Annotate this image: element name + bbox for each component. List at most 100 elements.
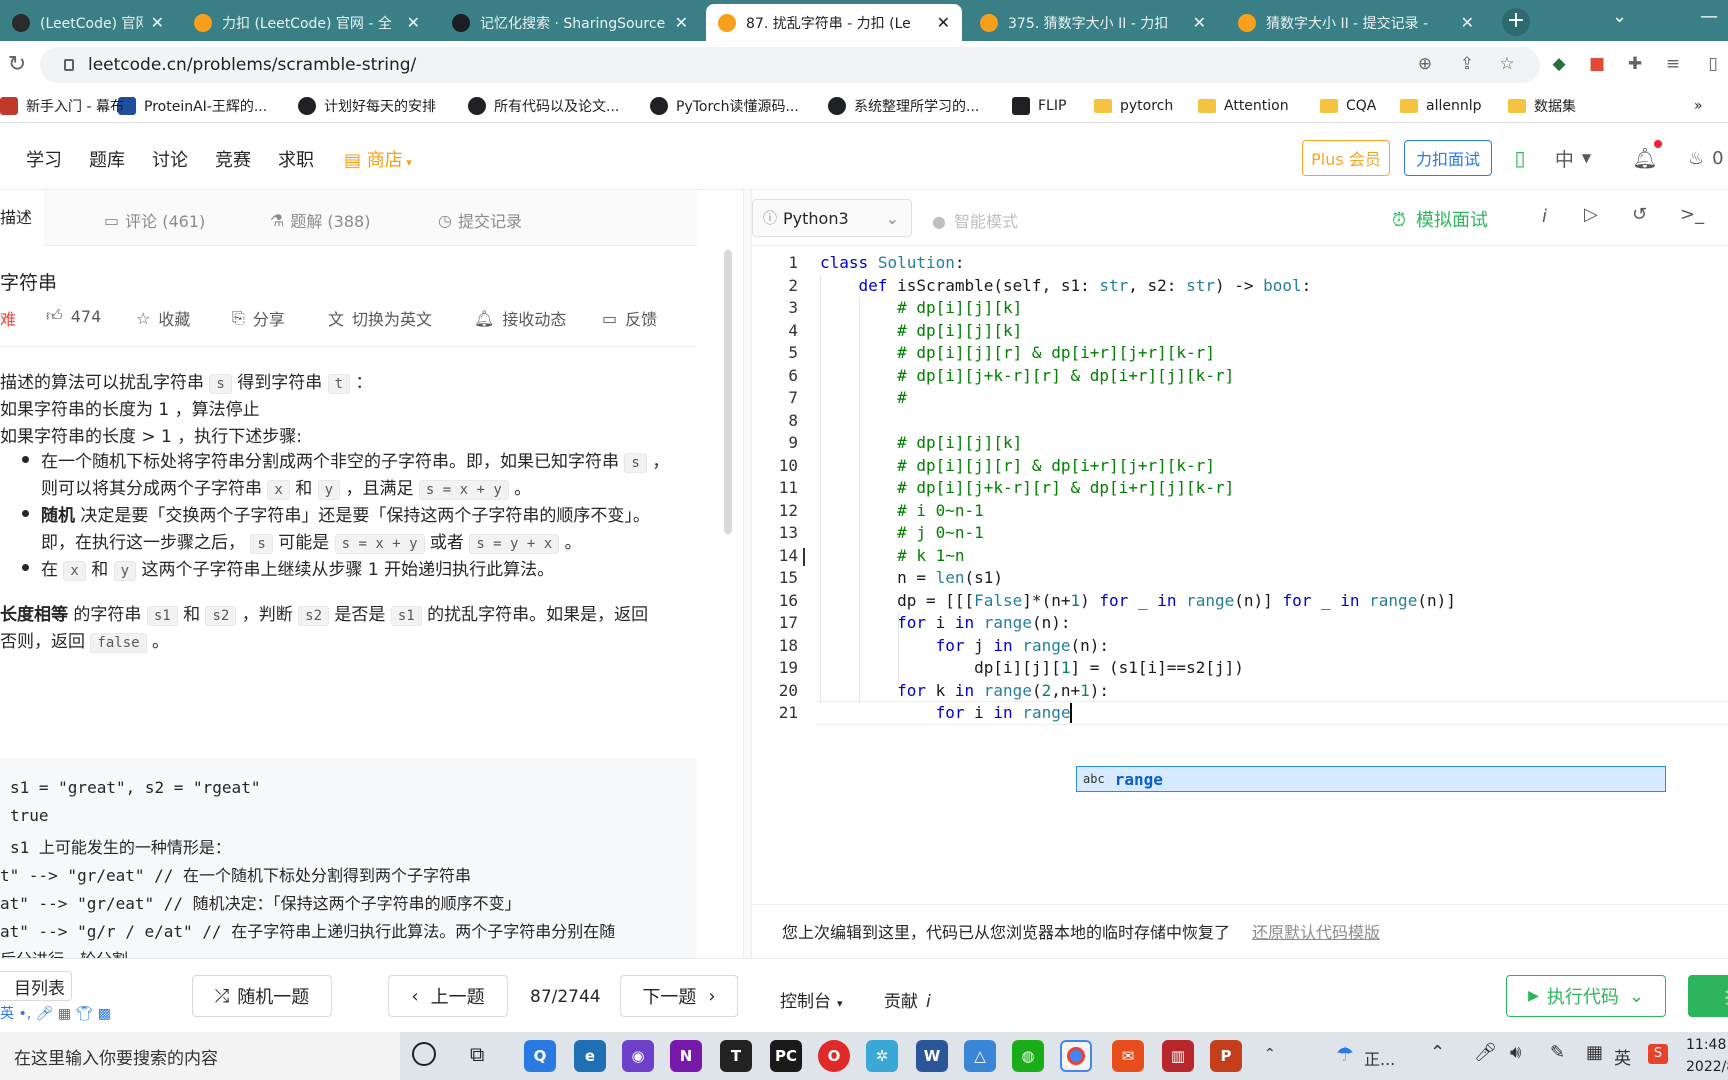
streak-counter[interactable]: ♨ 0 [1688,140,1728,176]
browser-tab[interactable]: 375. 猜数字大小 II - 力扣 ✕ [968,4,1218,41]
browser-tab[interactable]: 87. 扰乱字符串 - 力扣 (Le ✕ [706,4,962,41]
bookmark-item[interactable]: ProteinAI-王辉的... [118,95,267,117]
panel-resize-handle[interactable] [743,190,752,958]
bookmark-item[interactable]: 计划好每天的安排 [298,95,436,117]
tab-search-icon[interactable]: ⌄ [1612,6,1627,27]
nav-jobs[interactable]: 求职 [278,146,314,172]
app-opera-icon[interactable]: O [818,1040,850,1072]
play-icon[interactable]: ▷ [1584,204,1598,225]
network-icon[interactable]: ▦ [1586,1042,1603,1063]
app-settings-icon[interactable]: ✲ [866,1040,898,1072]
side-panel-icon[interactable]: ▯ [1700,51,1726,77]
random-problem-button[interactable]: ⤮ 随机一题 [192,975,332,1017]
nav-learn[interactable]: 学习 [26,146,62,172]
bookmark-item[interactable]: 所有代码以及论文... [468,95,619,117]
app-pycharm-icon[interactable]: PC [770,1040,802,1072]
app-github-icon[interactable]: ◉ [622,1040,654,1072]
autocomplete-suggestion[interactable]: abc range [1076,766,1666,792]
bookmark-item[interactable]: CQA [1320,95,1376,117]
browser-tab[interactable]: 猜数字大小 II - 提交记录 - ✕ [1226,4,1486,41]
contribute-button[interactable]: 贡献 i [884,987,931,1012]
close-tab-icon[interactable]: ✕ [1193,13,1206,32]
phone-icon[interactable]: ▯ [1508,140,1532,176]
feedback-button[interactable]: ▭ 反馈 [602,306,657,330]
editor-info-button[interactable]: i [1542,206,1547,227]
app-word-icon[interactable]: W [916,1040,948,1072]
tray-app-icon[interactable]: S [1648,1044,1668,1064]
prev-problem-button[interactable]: ‹ 上一题 [388,975,508,1017]
like-button[interactable]: 👍︎ 474 [46,306,101,326]
app-search-icon[interactable]: Q [524,1040,556,1072]
bookmark-item[interactable]: allennlp [1400,95,1482,117]
app-chrome-icon[interactable] [1060,1040,1092,1072]
switch-english-button[interactable]: 文切换为英文 [328,306,432,330]
microphone-icon[interactable]: 🎤︎ [1474,1042,1497,1063]
new-tab-button[interactable]: + [1502,8,1530,36]
zoom-icon[interactable]: ⊕ [1412,51,1438,77]
ime-indicator[interactable]: 英 [1614,1044,1631,1069]
run-code-button[interactable]: ▶ 执行代码 ⌄ [1506,975,1666,1017]
bookmark-star-icon[interactable]: ☆ [1494,51,1520,77]
language-switch[interactable]: 中 ▼ [1548,140,1598,176]
mock-interview-button[interactable]: ⏰︎ 模拟面试 [1392,206,1488,232]
weather-icon[interactable]: ☂ [1336,1042,1354,1066]
cortana-icon[interactable] [412,1042,436,1066]
app-onenote-icon[interactable]: N [670,1040,702,1072]
app-wechat-icon[interactable]: ◍ [1012,1040,1044,1072]
bookmark-item[interactable]: 系统整理所学习的... [828,95,979,117]
nav-problemset[interactable]: 题库 [89,146,125,172]
restore-default-link[interactable]: 还原默认代码模版 [1252,919,1380,943]
app-typora-icon[interactable]: T [720,1040,752,1072]
console-toggle[interactable]: 控制台 ▾ [780,987,843,1012]
volume-icon[interactable]: 🔊︎ [1510,1042,1521,1063]
bookmark-item[interactable]: Attention [1198,95,1289,117]
bookmark-item[interactable]: 数据集 [1508,95,1576,117]
app-mail-icon[interactable]: ✉ [1112,1040,1144,1072]
app-photos-icon[interactable]: △ [964,1040,996,1072]
close-tab-icon[interactable]: ✕ [937,13,950,32]
reading-list-icon[interactable]: ≡ [1660,51,1686,77]
tab-comments[interactable]: ▭ 评论 (461) [104,208,205,232]
nav-discuss[interactable]: 讨论 [152,146,188,172]
bookmarks-more-button[interactable]: » [1694,95,1703,117]
bookmark-item[interactable]: PyTorch读懂源码... [650,95,799,117]
description-scrollbar[interactable] [724,250,732,534]
tab-submissions[interactable]: ◷ 提交记录 [438,208,522,232]
browser-tab[interactable]: 记忆化搜索 · SharingSource ✕ [440,4,700,41]
tray-chevron-icon[interactable]: ⌃ [1430,1042,1445,1063]
plus-member-button[interactable]: Plus 会员 [1302,140,1390,176]
language-select[interactable]: ⓘ Python3 ⌄ [752,199,912,237]
share-icon[interactable]: ⇪ [1454,51,1480,77]
reload-icon[interactable]: ↻ [4,51,30,77]
tab-solutions[interactable]: ⚗ 题解 (388) [270,208,370,232]
bookmark-item[interactable]: pytorch [1094,95,1173,117]
nav-shop[interactable]: ▤ 商店 ▾ [344,146,412,172]
tab-description[interactable]: 描述 [0,190,45,246]
nav-contest[interactable]: 竞赛 [215,146,251,172]
next-problem-button[interactable]: 下一题 › [620,975,738,1017]
browser-tab[interactable]: (LeetCode) 官网 - 全 ✕ [0,4,176,41]
task-view-icon[interactable]: ⧉ [470,1042,484,1066]
problem-list-button[interactable]: 目列表 [0,971,72,1001]
browser-tab[interactable]: 力扣 (LeetCode) 官网 - 全 ✕ [182,4,432,41]
collect-button[interactable]: ☆ 收藏 [136,306,190,330]
extension-red-icon[interactable]: ■ [1584,51,1610,77]
close-tab-icon[interactable]: ✕ [151,13,164,32]
app-powerpoint-icon[interactable]: P [1210,1040,1242,1072]
app-music-icon[interactable]: ▥ [1162,1040,1194,1072]
terminal-icon[interactable]: >_ [1680,204,1704,225]
close-tab-icon[interactable]: ✕ [675,13,688,32]
app-edge-icon[interactable]: e [574,1040,606,1072]
clock[interactable]: 11:48 2022/8 [1686,1034,1728,1078]
smart-mode-toggle[interactable]: ● 智能模式 [932,208,1018,232]
bookmark-item[interactable]: FLIP [1012,95,1066,117]
address-bar[interactable]: leetcode.cn/problems/scramble-string/ [40,47,1540,83]
reset-icon[interactable]: ↺ [1632,204,1647,225]
bookmark-item[interactable]: 新手入门 - 幕布 [0,95,124,117]
close-tab-icon[interactable]: ✕ [407,13,420,32]
submit-button[interactable]: 提 [1688,975,1728,1017]
extensions-puzzle-icon[interactable]: ✚ [1622,51,1648,77]
minimize-window-button[interactable]: — [1700,6,1718,27]
interview-button[interactable]: 力扣面试 [1404,140,1492,176]
pen-icon[interactable]: ✎ [1550,1042,1565,1063]
